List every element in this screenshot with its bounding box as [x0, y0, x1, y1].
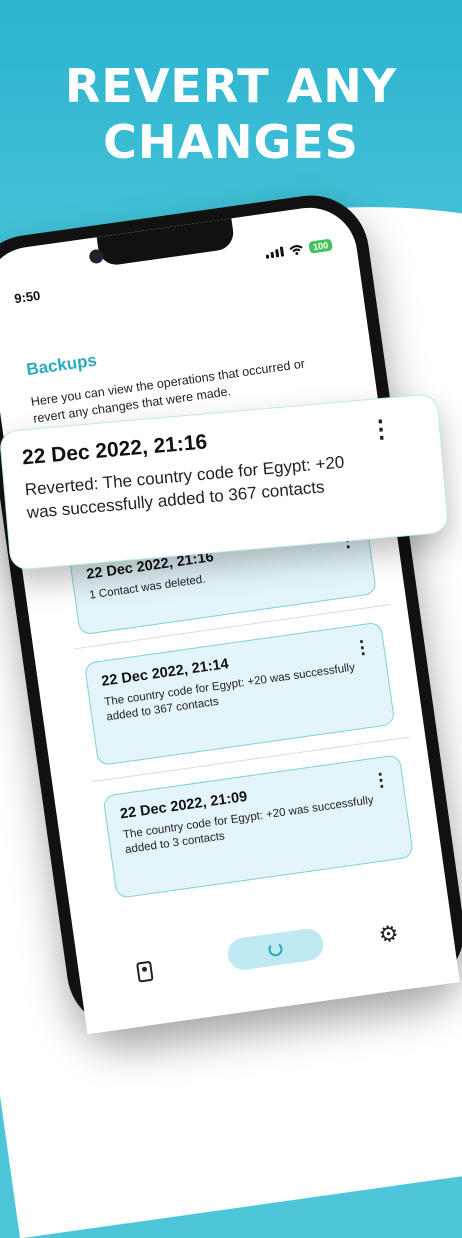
signal-icon	[265, 246, 285, 259]
refresh-icon	[267, 941, 284, 958]
camera-icon	[90, 250, 102, 263]
wifi-icon	[289, 244, 303, 255]
more-vertical-icon[interactable]: ⋮	[371, 769, 392, 792]
status-time: 9:50	[13, 287, 42, 307]
contacts-icon[interactable]	[136, 960, 154, 983]
headline-line-1: REVERT ANY	[64, 59, 398, 113]
page-title: Backups	[25, 350, 98, 380]
status-icons: 100	[265, 238, 333, 260]
battery-icon: 100	[308, 238, 333, 254]
tab-backups[interactable]	[225, 926, 326, 972]
more-vertical-icon[interactable]: ⋮	[352, 636, 373, 659]
gear-icon[interactable]: ⚙	[377, 920, 400, 948]
backup-card[interactable]: 22 Dec 2022, 21:09 The country code for …	[102, 754, 415, 899]
headline-line-2: CHANGES	[103, 115, 359, 169]
headline: REVERT ANY CHANGES	[0, 58, 462, 170]
more-vertical-icon[interactable]: ⋮	[368, 414, 394, 445]
